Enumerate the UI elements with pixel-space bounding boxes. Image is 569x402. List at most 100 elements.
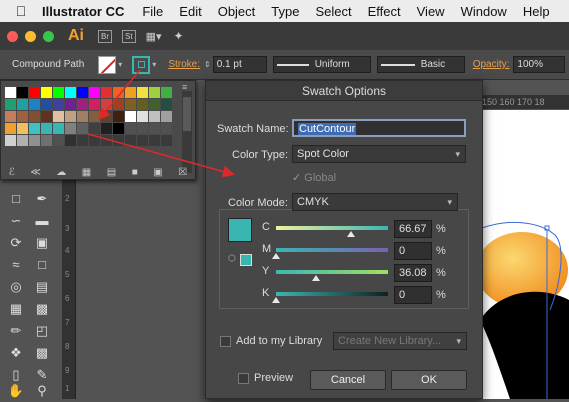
swatch-cell[interactable]	[17, 135, 29, 147]
fill-dropdown-icon[interactable]: ▾	[118, 60, 122, 69]
swatch-cell[interactable]	[53, 99, 65, 111]
preview-checkbox[interactable]	[238, 373, 249, 384]
gradient-tool-icon[interactable]: ▩	[32, 300, 52, 318]
library-select[interactable]: Create New Library... ▾	[333, 332, 467, 350]
rectangle-tool-icon[interactable]: □	[6, 190, 26, 208]
width-tool-icon[interactable]: ≈	[6, 256, 26, 274]
swatch-cell[interactable]	[89, 99, 101, 111]
opacity-field[interactable]: 100%	[513, 56, 566, 73]
channel-value-input[interactable]: 0	[394, 242, 432, 260]
swatch-cell[interactable]	[17, 123, 29, 135]
symbol-sprayer-tool-icon[interactable]: ❖	[6, 344, 26, 362]
menu-view[interactable]: View	[409, 4, 453, 19]
channel-slider[interactable]	[276, 270, 388, 274]
swatch-cell[interactable]	[125, 111, 137, 123]
swatch-cell[interactable]	[89, 135, 101, 147]
swatch-cell[interactable]	[149, 111, 161, 123]
swatch-cell[interactable]	[77, 123, 89, 135]
mesh-tool-icon[interactable]: ▦	[6, 300, 26, 318]
channel-value-input[interactable]: 0	[394, 286, 432, 304]
paintbrush-tool-icon[interactable]: ✒	[32, 190, 52, 208]
ok-button[interactable]: OK	[391, 370, 467, 390]
swatch-cell[interactable]	[53, 111, 65, 123]
swatch-cell[interactable]	[29, 135, 41, 147]
swatch-cell[interactable]	[101, 123, 113, 135]
eyedropper-tool-icon[interactable]: ✏	[6, 322, 26, 340]
swatch-name-input[interactable]: CutContour	[292, 119, 466, 137]
slider-thumb[interactable]	[272, 297, 280, 303]
stroke-dropdown-icon[interactable]: ▾	[152, 60, 156, 69]
channel-slider[interactable]	[276, 248, 388, 252]
swatch-cell[interactable]	[113, 123, 125, 135]
swatch-cell[interactable]	[113, 99, 125, 111]
variable-width-profile[interactable]: Uniform	[272, 56, 371, 73]
swatch-cell[interactable]	[137, 135, 149, 147]
swatch-cell[interactable]	[65, 135, 77, 147]
swatch-cell[interactable]	[77, 135, 89, 147]
channel-slider[interactable]	[276, 226, 388, 230]
color-type-select[interactable]: Spot Color ▾	[292, 145, 466, 163]
swatch-cell[interactable]	[113, 87, 125, 99]
zoom-tool-icon[interactable]: ⚲	[32, 382, 52, 400]
swatch-cell[interactable]	[149, 135, 161, 147]
show-kinds-icon[interactable]: ▦	[82, 167, 91, 178]
swatch-options-icon[interactable]: ▤	[107, 167, 116, 178]
color-themes-icon[interactable]: ≪	[30, 167, 40, 178]
swatch-cell[interactable]	[29, 123, 41, 135]
color-mode-select[interactable]: CMYK ▾	[292, 193, 458, 211]
swatch-cell[interactable]	[161, 111, 173, 123]
swatch-cell[interactable]	[29, 111, 41, 123]
apple-icon[interactable]: 	[6, 3, 36, 19]
channel-value-input[interactable]: 66.67	[394, 220, 432, 238]
gpu-performance-icon[interactable]: ✦	[173, 29, 183, 43]
artboard[interactable]	[470, 110, 569, 399]
global-checkbox[interactable]: ✓ Global	[292, 171, 336, 184]
swatch-cell[interactable]	[101, 99, 113, 111]
blend-tool-icon[interactable]: ◰	[32, 322, 52, 340]
bridge-button[interactable]: Br	[98, 29, 112, 43]
swatch-cell[interactable]	[125, 87, 137, 99]
menu-type[interactable]: Type	[263, 4, 307, 19]
stroke-stepper-icon[interactable]: ⇕	[204, 60, 211, 69]
swatch-cell[interactable]	[77, 99, 89, 111]
stroke-swatch[interactable]	[132, 55, 151, 74]
opacity-label[interactable]: Opacity:	[473, 59, 510, 70]
swatch-cell[interactable]	[137, 123, 149, 135]
arrange-documents-icon[interactable]: ▦▾	[146, 30, 162, 43]
slider-thumb[interactable]	[346, 231, 355, 237]
eraser-tool-icon[interactable]: ▬	[32, 212, 52, 230]
gamut-color-swatch[interactable]	[240, 254, 252, 266]
swatch-cell[interactable]	[161, 123, 173, 135]
slider-thumb[interactable]	[312, 275, 321, 281]
swatch-cell[interactable]	[77, 87, 89, 99]
swatch-cell[interactable]	[137, 87, 149, 99]
menu-window[interactable]: Window	[453, 4, 515, 19]
channel-slider[interactable]	[276, 292, 388, 296]
swatch-cell[interactable]	[125, 99, 137, 111]
swatch-cell[interactable]	[5, 123, 17, 135]
swatch-cell[interactable]	[137, 111, 149, 123]
menu-object[interactable]: Object	[210, 4, 264, 19]
swatch-cell[interactable]	[29, 87, 41, 99]
stock-button[interactable]: St	[122, 29, 136, 43]
swatch-cell[interactable]	[89, 111, 101, 123]
swatch-cell[interactable]	[53, 135, 65, 147]
menu-help[interactable]: Help	[515, 4, 558, 19]
swatch-cell[interactable]	[53, 123, 65, 135]
swatch-cell[interactable]	[149, 87, 161, 99]
swatch-cell[interactable]	[17, 111, 29, 123]
swatch-cell[interactable]	[17, 87, 29, 99]
menu-app-name[interactable]: Illustrator CC	[36, 4, 134, 19]
swatch-scroll-thumb[interactable]	[183, 97, 191, 131]
swatch-cell[interactable]	[41, 87, 53, 99]
column-graph-tool-icon[interactable]: ▩	[32, 344, 52, 362]
swatch-cell[interactable]	[5, 135, 17, 147]
slider-thumb[interactable]	[272, 253, 280, 259]
stroke-weight-field[interactable]: 0.1 pt	[212, 56, 267, 73]
swatch-cell[interactable]	[53, 87, 65, 99]
swatch-cell[interactable]	[113, 111, 125, 123]
swatch-cell[interactable]	[137, 99, 149, 111]
swatch-cell[interactable]	[149, 123, 161, 135]
swatch-cell[interactable]	[101, 87, 113, 99]
menu-effect[interactable]: Effect	[360, 4, 409, 19]
